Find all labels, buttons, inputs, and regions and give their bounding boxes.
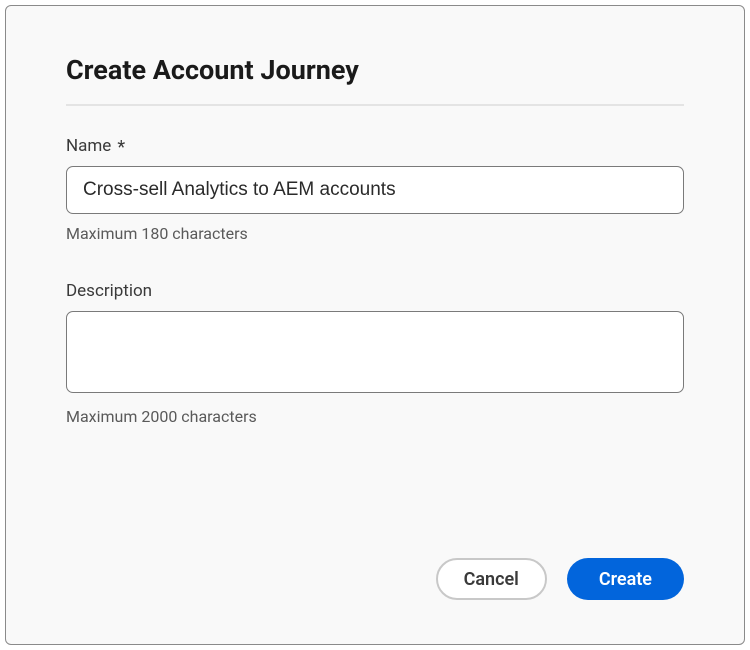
description-textarea[interactable] [66,311,684,393]
cancel-button[interactable]: Cancel [436,558,547,600]
name-helper-text: Maximum 180 characters [66,224,684,243]
name-field-group: Name * Maximum 180 characters [66,136,684,243]
dialog-title: Create Account Journey [66,54,684,86]
description-helper-text: Maximum 2000 characters [66,407,684,426]
description-field-group: Description Maximum 2000 characters [66,281,684,426]
name-label: Name * [66,136,684,156]
name-label-text: Name [66,136,111,156]
required-asterisk-icon: * [117,139,125,157]
create-button[interactable]: Create [567,558,684,600]
description-label: Description [66,281,684,301]
create-account-journey-dialog: Create Account Journey Name * Maximum 18… [5,5,745,645]
title-divider [66,104,684,106]
dialog-button-row: Cancel Create [436,558,684,600]
name-input[interactable] [66,166,684,214]
description-label-text: Description [66,281,152,301]
